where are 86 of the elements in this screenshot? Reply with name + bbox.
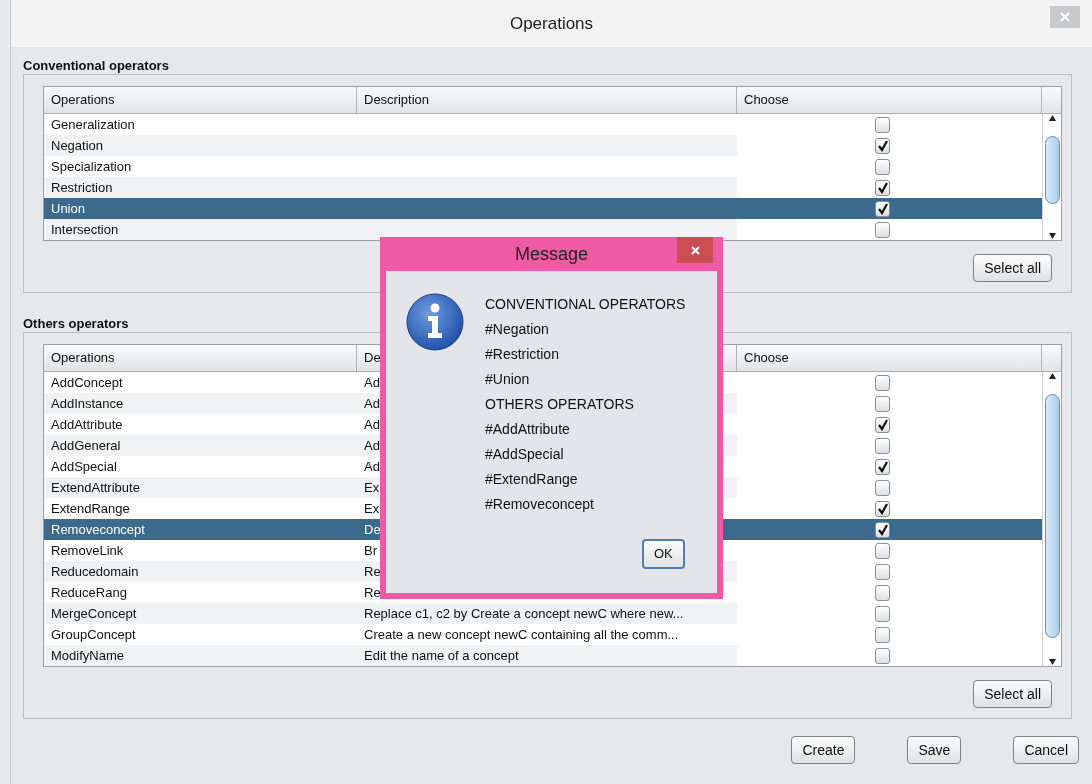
dialog-title: Message — [514, 242, 588, 266]
checkbox[interactable] — [875, 437, 890, 454]
checkbox[interactable] — [875, 605, 890, 622]
description-text: Re — [364, 564, 381, 579]
checkbox[interactable] — [875, 584, 890, 601]
operation-cell[interactable]: Union — [44, 198, 357, 219]
scroll-down-icon[interactable] — [1047, 658, 1057, 666]
checkbox[interactable] — [875, 374, 890, 391]
checkbox[interactable] — [875, 116, 890, 133]
checkbox[interactable] — [875, 479, 890, 496]
operation-cell[interactable]: Reducedomain — [44, 561, 357, 582]
operation-cell[interactable]: GroupConcept — [44, 624, 357, 645]
description-text: Ad — [364, 459, 380, 474]
operation-cell[interactable]: RemoveLink — [44, 540, 357, 561]
message-line: #AddSpecial — [485, 445, 565, 464]
description-text: Br — [364, 543, 377, 558]
operation-cell[interactable]: Negation — [44, 135, 357, 156]
close-icon — [690, 245, 700, 255]
action-button[interactable]: Cancel — [1013, 736, 1079, 764]
message-line: #Restriction — [485, 345, 560, 364]
description-text: Ex — [364, 480, 380, 495]
column-header: Operations — [44, 87, 357, 113]
checkbox[interactable] — [875, 200, 890, 217]
checkbox[interactable] — [875, 521, 890, 538]
close-icon — [1060, 12, 1070, 22]
message-line: #Union — [485, 370, 531, 389]
description-text: Edit the name of a concept — [364, 648, 519, 663]
scrollbar-thumb[interactable] — [1044, 136, 1060, 204]
checkbox[interactable] — [875, 542, 890, 559]
checkbox[interactable] — [875, 221, 890, 238]
message-line: OTHERS OPERATORS — [485, 395, 635, 414]
select-all-button[interactable]: Select all — [973, 680, 1052, 708]
close-button[interactable] — [677, 237, 713, 263]
checkbox[interactable] — [875, 416, 890, 433]
column-header: Description — [357, 87, 737, 113]
action-button[interactable]: Create — [791, 736, 856, 764]
checkbox[interactable] — [875, 458, 890, 475]
operation-cell[interactable]: Generalization — [44, 114, 357, 135]
checkbox[interactable] — [875, 395, 890, 412]
description-text: Ad — [364, 396, 380, 411]
operation-cell[interactable]: Restriction — [44, 177, 357, 198]
description-text: Re — [364, 585, 381, 600]
description-text: Ad — [364, 375, 380, 390]
operation-cell[interactable]: Intersection — [44, 219, 357, 240]
message-line: #Removeconcept — [485, 495, 595, 514]
message-line: #ExtendRange — [485, 470, 579, 489]
window-title: Operations — [509, 12, 594, 35]
description-text: De — [364, 522, 381, 537]
checkbox[interactable] — [875, 626, 890, 643]
checkbox[interactable] — [875, 500, 890, 517]
column-header: Operations — [44, 345, 357, 371]
operation-cell[interactable]: MergeConcept — [44, 603, 357, 624]
info-icon — [406, 293, 464, 351]
operation-cell[interactable]: ReduceRang — [44, 582, 357, 603]
section-title: Conventional operators — [23, 58, 169, 73]
message-line: #AddAttribute — [485, 420, 571, 439]
operation-cell[interactable]: Removeconcept — [44, 519, 357, 540]
description-text: Ad — [364, 417, 380, 432]
operation-cell[interactable]: AddAttribute — [44, 414, 357, 435]
checkbox[interactable] — [875, 158, 890, 175]
operation-cell[interactable]: AddGeneral — [44, 435, 357, 456]
section-title: Others operators — [23, 316, 129, 331]
description-text: Replace c1, c2 by Create a concept newC where new... — [364, 606, 684, 621]
message-line: CONVENTIONAL OPERATORS — [485, 295, 686, 314]
action-button[interactable]: Save — [907, 736, 962, 764]
operation-cell[interactable]: ExtendRange — [44, 498, 357, 519]
checkbox[interactable] — [875, 137, 890, 154]
scroll-down-icon[interactable] — [1047, 232, 1057, 240]
scrollbar-thumb[interactable] — [1044, 394, 1060, 638]
operation-cell[interactable]: AddInstance — [44, 393, 357, 414]
description-text: Create a new concept newC containing all the comm... — [364, 627, 679, 642]
checkbox[interactable] — [875, 647, 890, 664]
operation-cell[interactable]: ModifyName — [44, 645, 357, 666]
description-text: Ex — [364, 501, 380, 516]
message-line: #Negation — [485, 320, 550, 339]
select-all-button[interactable]: Select all — [973, 254, 1052, 282]
operation-cell[interactable]: AddSpecial — [44, 456, 357, 477]
column-header: Choose — [737, 345, 1042, 371]
ok-button[interactable]: OK — [642, 539, 685, 569]
operation-cell[interactable]: AddConcept — [44, 372, 357, 393]
operation-cell[interactable]: Specialization — [44, 156, 357, 177]
checkbox[interactable] — [875, 179, 890, 196]
description-text: Ad — [364, 438, 380, 453]
column-header: Choose — [737, 87, 1042, 113]
operation-cell[interactable]: ExtendAttribute — [44, 477, 357, 498]
checkbox[interactable] — [875, 563, 890, 580]
